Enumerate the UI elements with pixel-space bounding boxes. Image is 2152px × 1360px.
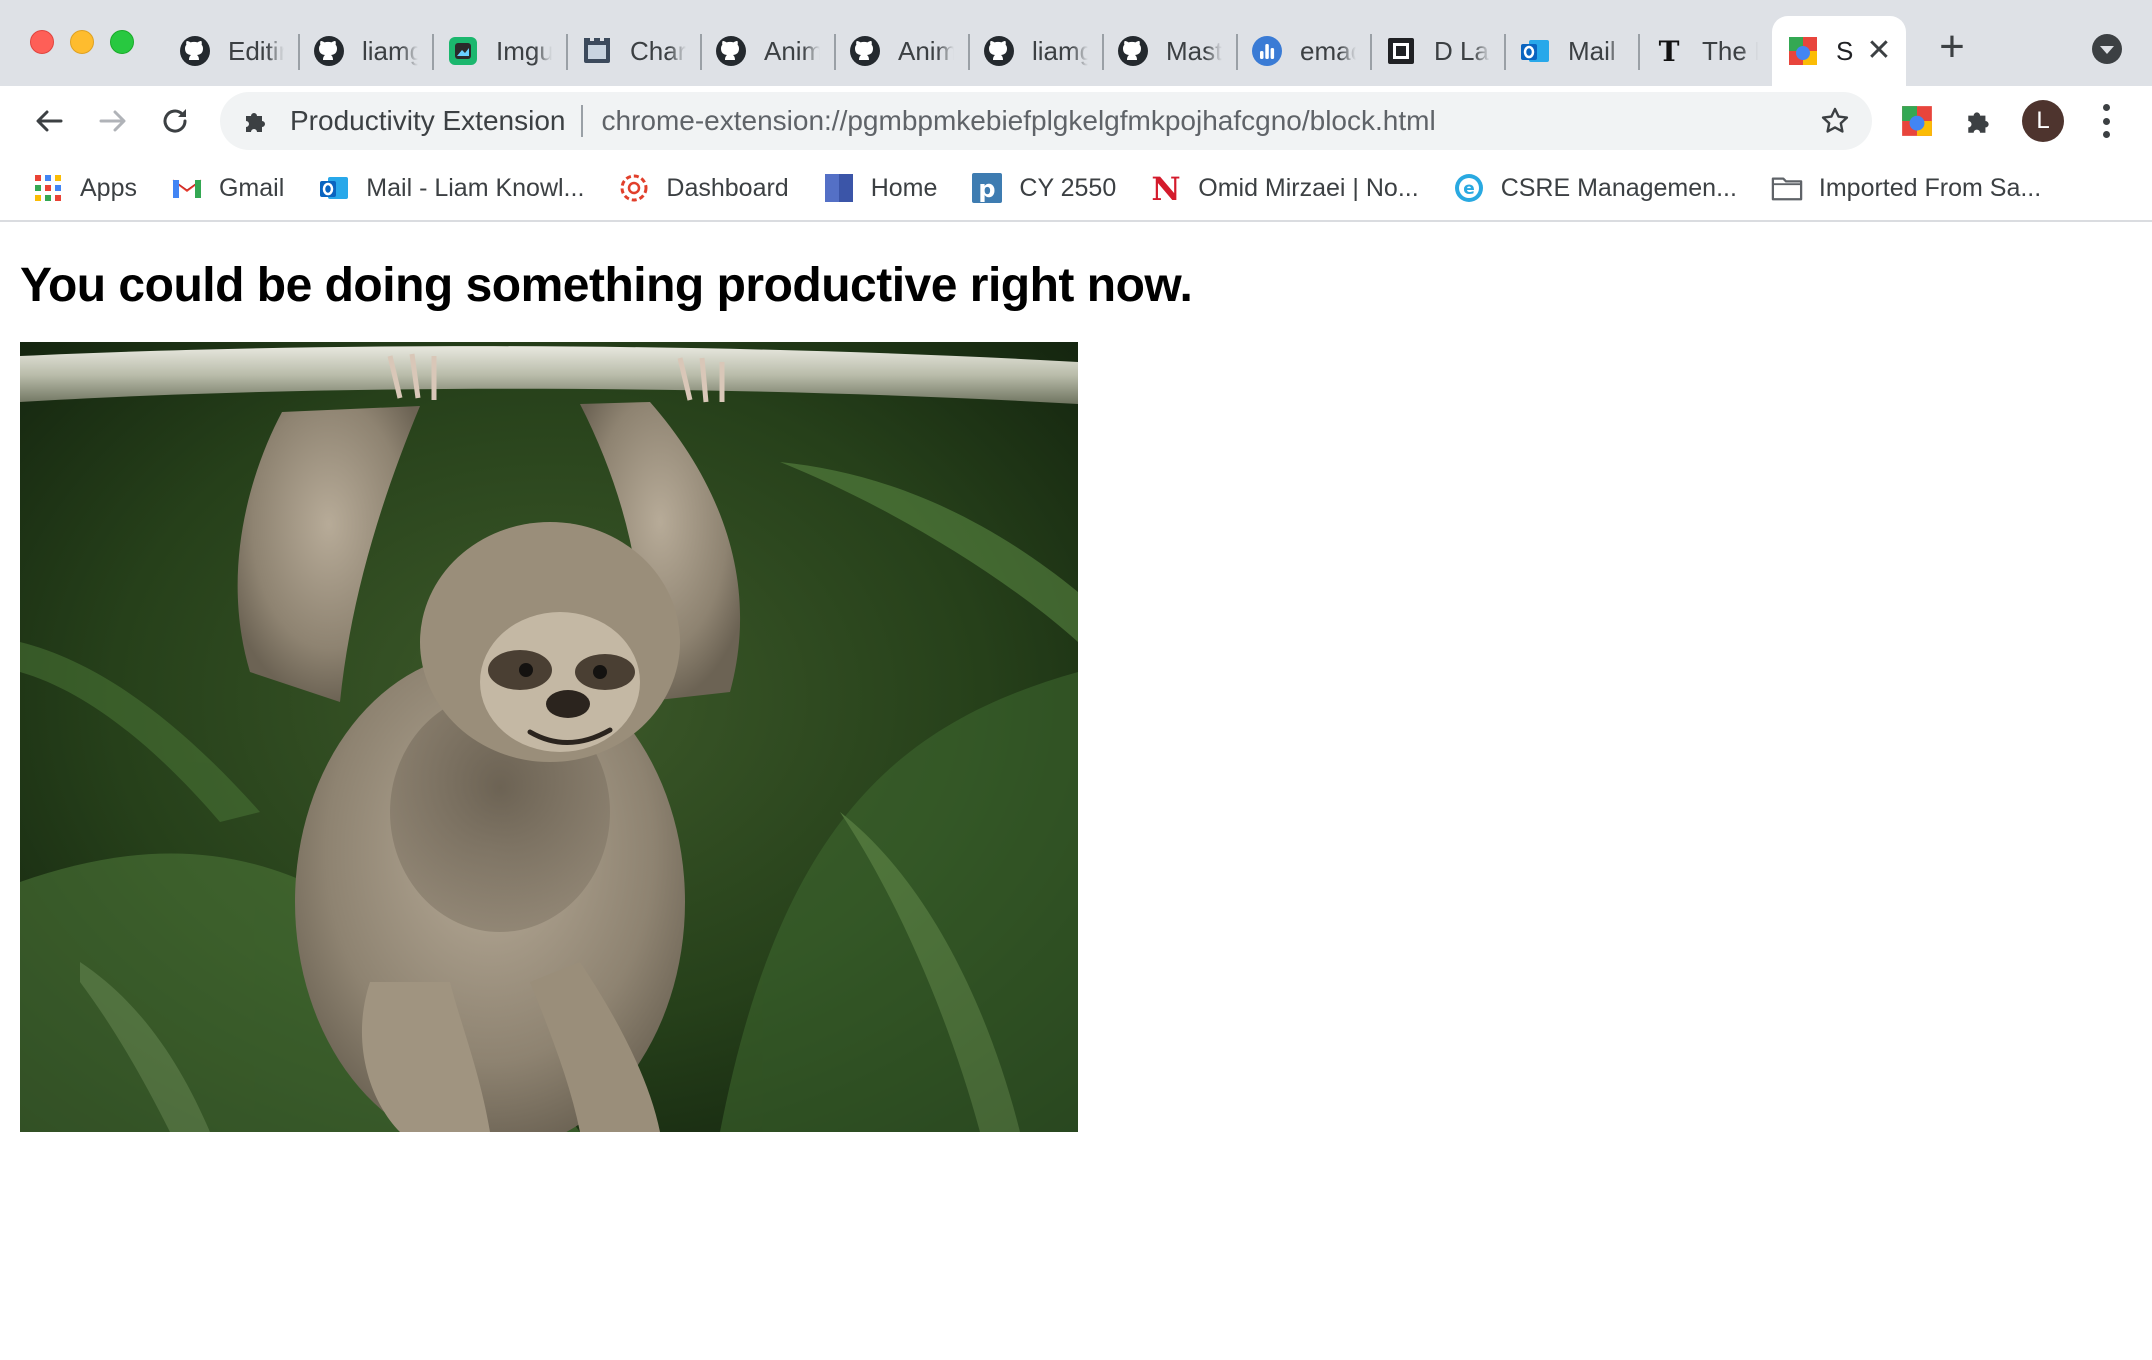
page-headline: You could be doing something productive …: [20, 259, 1193, 312]
tab-title: Char: [630, 35, 686, 66]
nyt-icon: T: [1652, 34, 1686, 68]
bookmark-label: Gmail: [218, 173, 285, 202]
apps-grid-icon: [32, 172, 64, 204]
sloth-photo: [20, 342, 1078, 1132]
github-icon: [178, 34, 212, 68]
url-text[interactable]: chrome-extension://pgmbpmkebiefplgkelgfm…: [601, 105, 1435, 137]
extension-color-icon: [1786, 34, 1820, 68]
profile-avatar[interactable]: L: [2022, 100, 2064, 142]
tab-close-icon[interactable]: ✕: [1866, 36, 1892, 66]
svg-text:p: p: [979, 175, 996, 203]
tab-title: Mast: [1166, 35, 1222, 66]
github-icon: [848, 34, 882, 68]
bookmark-label: Home: [870, 173, 938, 202]
github-icon: [714, 34, 748, 68]
bookmark-home[interactable]: Home: [823, 164, 938, 212]
browser-tab[interactable]: Anim: [700, 16, 834, 86]
browser-tab[interactable]: liamg: [968, 16, 1102, 86]
bookmark-omid-mirzaei[interactable]: N Omid Mirzaei | No...: [1150, 164, 1419, 212]
window-zoom-button[interactable]: [110, 30, 134, 54]
window-minimize-button[interactable]: [70, 30, 94, 54]
bookmark-mail[interactable]: Mail - Liam Knowl...: [318, 164, 584, 212]
browser-toolbar: Productivity Extension chrome-extension:…: [0, 86, 2152, 156]
canvas-icon: [618, 172, 650, 204]
gmail-icon: [171, 172, 203, 204]
puzzle-icon: [242, 106, 272, 136]
outlook-icon: [1518, 34, 1552, 68]
tab-title: liamg: [1032, 35, 1088, 66]
browser-tab[interactable]: Char: [566, 16, 700, 86]
bookmark-apps[interactable]: Apps: [32, 164, 137, 212]
imgur-icon: [446, 34, 480, 68]
browser-tab[interactable]: Anim: [834, 16, 968, 86]
site-name: Productivity Extension: [290, 105, 566, 136]
tab-search-button[interactable]: [2092, 34, 2122, 64]
github-icon: [1116, 34, 1150, 68]
bookmark-dashboard[interactable]: Dashboard: [618, 164, 789, 212]
tab-title: emac: [1300, 35, 1356, 66]
bookmark-label: Apps: [80, 173, 137, 202]
browser-tab[interactable]: Mail: [1504, 16, 1638, 86]
tab-title: liamg: [362, 35, 418, 66]
folder-icon: [1771, 172, 1803, 204]
browser-tab[interactable]: D La: [1370, 16, 1504, 86]
github-icon: [982, 34, 1016, 68]
omnibox-divider: [581, 105, 584, 137]
active-tab[interactable]: S ✕: [1772, 16, 1906, 86]
back-button[interactable]: [28, 100, 70, 142]
northeastern-icon: N: [1150, 172, 1182, 204]
extension-color-icon[interactable]: [1896, 100, 1938, 142]
bookmark-label: CSRE Managemen...: [1500, 173, 1737, 202]
tab-title: S: [1836, 35, 1854, 66]
e-logo-icon: e: [1453, 172, 1485, 204]
home-square-icon: [823, 172, 855, 204]
new-tab-button[interactable]: +: [1934, 25, 1970, 69]
extensions-puzzle-icon[interactable]: [1958, 100, 2000, 142]
bookmarks-bar: Apps Gmail Mail - Liam Knowl... Dashboar…: [0, 156, 2152, 222]
bookmark-label: Imported From Sa...: [1818, 173, 2042, 202]
forward-button[interactable]: [92, 100, 134, 142]
reload-button[interactable]: [154, 100, 196, 142]
bookmark-cy2550[interactable]: p CY 2550: [971, 164, 1116, 212]
tab-title: Anim: [764, 35, 820, 66]
page-content: You could be doing something productive …: [0, 222, 2152, 1360]
bookmark-csre[interactable]: e CSRE Managemen...: [1453, 164, 1737, 212]
tab-title: Mail: [1568, 35, 1616, 66]
bookmark-imported-folder[interactable]: Imported From Sa...: [1771, 164, 2041, 212]
browser-tab[interactable]: liamg: [298, 16, 432, 86]
bookmark-label: Omid Mirzaei | No...: [1198, 173, 1419, 202]
tab-strip: Editir liamg Imgu Char Anim Anim liamg M…: [0, 0, 2152, 86]
outlook-icon: [318, 172, 350, 204]
tab-title: D La: [1434, 35, 1489, 66]
film-icon: [580, 34, 614, 68]
window-close-button[interactable]: [30, 30, 54, 54]
bookmark-label: Dashboard: [666, 173, 789, 202]
bookmark-gmail[interactable]: Gmail: [171, 164, 284, 212]
bookmark-star-icon[interactable]: [1820, 106, 1850, 136]
svg-text:T: T: [1659, 35, 1680, 67]
bookmark-label: CY 2550: [1019, 173, 1117, 202]
tab-title: The I: [1702, 35, 1758, 66]
browser-tab[interactable]: Mast: [1102, 16, 1236, 86]
menu-kebab-icon[interactable]: [2100, 104, 2112, 138]
svg-text:e: e: [1463, 179, 1475, 199]
tab-title: Anim: [898, 35, 954, 66]
arrow-right-icon: [99, 110, 126, 132]
bookmark-label: Mail - Liam Knowl...: [366, 173, 585, 202]
browser-tab[interactable]: emac: [1236, 16, 1370, 86]
p-logo-icon: p: [971, 172, 1003, 204]
reload-icon: [163, 109, 187, 133]
browser-tab[interactable]: T The I: [1638, 16, 1772, 86]
svg-text:N: N: [1152, 172, 1181, 204]
browser-tab[interactable]: Imgu: [432, 16, 566, 86]
address-bar[interactable]: Productivity Extension chrome-extension:…: [220, 92, 1872, 150]
analytics-icon: [1250, 34, 1284, 68]
tab-list: Editir liamg Imgu Char Anim Anim liamg M…: [164, 16, 1906, 86]
tab-title: Imgu: [496, 35, 552, 66]
github-icon: [312, 34, 346, 68]
arrow-left-icon: [36, 110, 63, 132]
browser-tab[interactable]: Editir: [164, 16, 298, 86]
chip-icon: [1384, 34, 1418, 68]
tab-title: Editir: [228, 35, 284, 66]
